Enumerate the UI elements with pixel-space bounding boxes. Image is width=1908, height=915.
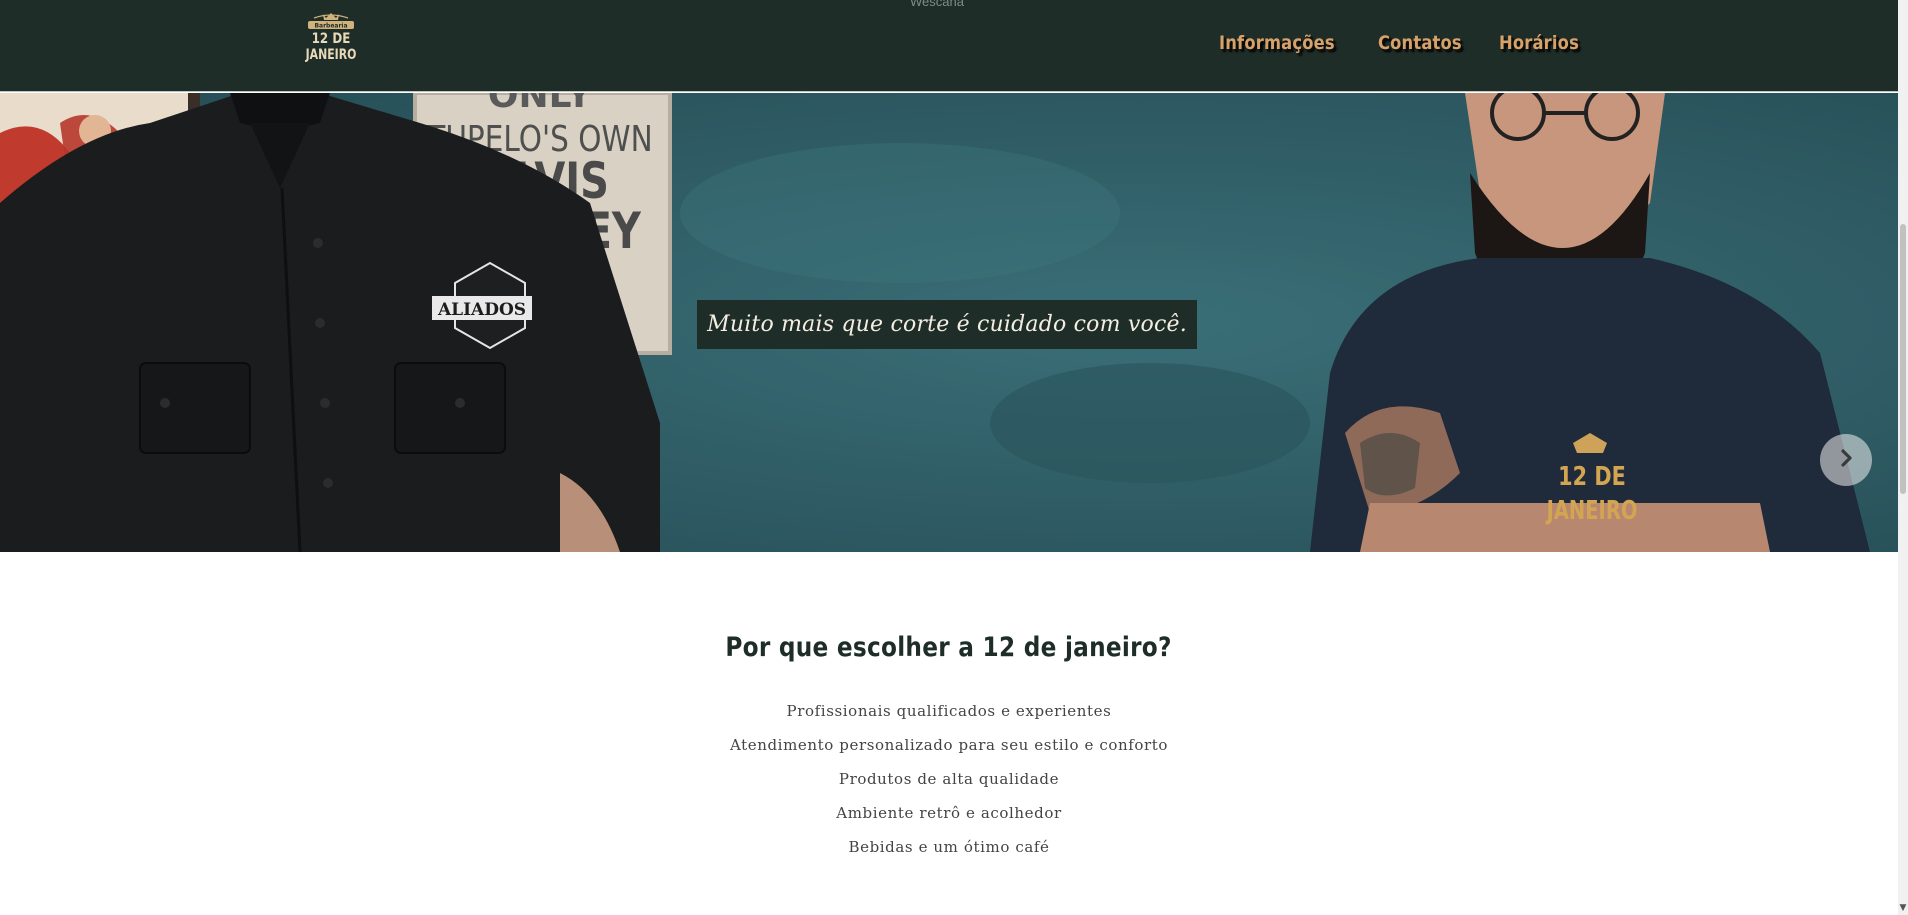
feature-item: Bebidas e um ótimo café <box>848 838 1050 856</box>
feature-item: Produtos de alta qualidade <box>838 770 1060 788</box>
chevron-right-icon <box>1836 448 1856 473</box>
nav-contatos[interactable]: Contatos <box>1378 32 1462 54</box>
nav-informacoes[interactable]: Informações <box>1219 32 1335 54</box>
header-faint-text: Wescana <box>910 0 964 9</box>
scrollbar-thumb[interactable] <box>1900 224 1906 494</box>
main-nav: Informações Contatos Horários <box>1219 32 1592 54</box>
site-header: Wescana Barbearia 12 DE JANEIRO Informaç… <box>0 0 1898 92</box>
hero-caption: Muito mais que corte é cuidado com você. <box>697 300 1197 349</box>
hero-carousel: ONLY TUPELO'S OWN ELVIS LEY ALIADOS <box>0 93 1898 552</box>
brand-logo[interactable]: Barbearia 12 DE JANEIRO <box>298 10 364 64</box>
features-title-text: Por que escolher a 12 de janeiro? <box>725 632 1173 663</box>
carousel-next-button[interactable] <box>1820 434 1872 486</box>
feature-item: Profissionais qualificados e experientes <box>786 702 1112 720</box>
features-list: Profissionais qualificados e experientes… <box>0 702 1898 872</box>
page: Wescana Barbearia 12 DE JANEIRO Informaç… <box>0 0 1908 915</box>
hero-shirt-badge: ALIADOS <box>437 300 526 320</box>
hero-poster-line-1: ONLY <box>488 93 593 116</box>
hero-shirt-logo-line-2: JANEIRO <box>1545 496 1637 525</box>
scroll-down-arrow-icon[interactable]: ▼ <box>1898 903 1908 913</box>
hero-shirt-logo-line-1: 12 DE <box>1558 461 1626 492</box>
logo-top-text: Barbearia <box>314 23 347 30</box>
feature-item: Atendimento personalizado para seu estil… <box>729 736 1169 754</box>
page-scrollbar[interactable]: ▼ <box>1898 0 1908 915</box>
feature-item: Ambiente retrô e acolhedor <box>836 804 1062 822</box>
nav-horarios[interactable]: Horários <box>1499 32 1579 54</box>
features-title: Por que escolher a 12 de janeiro? <box>0 632 1898 663</box>
logo-line2: JANEIRO <box>305 46 357 63</box>
